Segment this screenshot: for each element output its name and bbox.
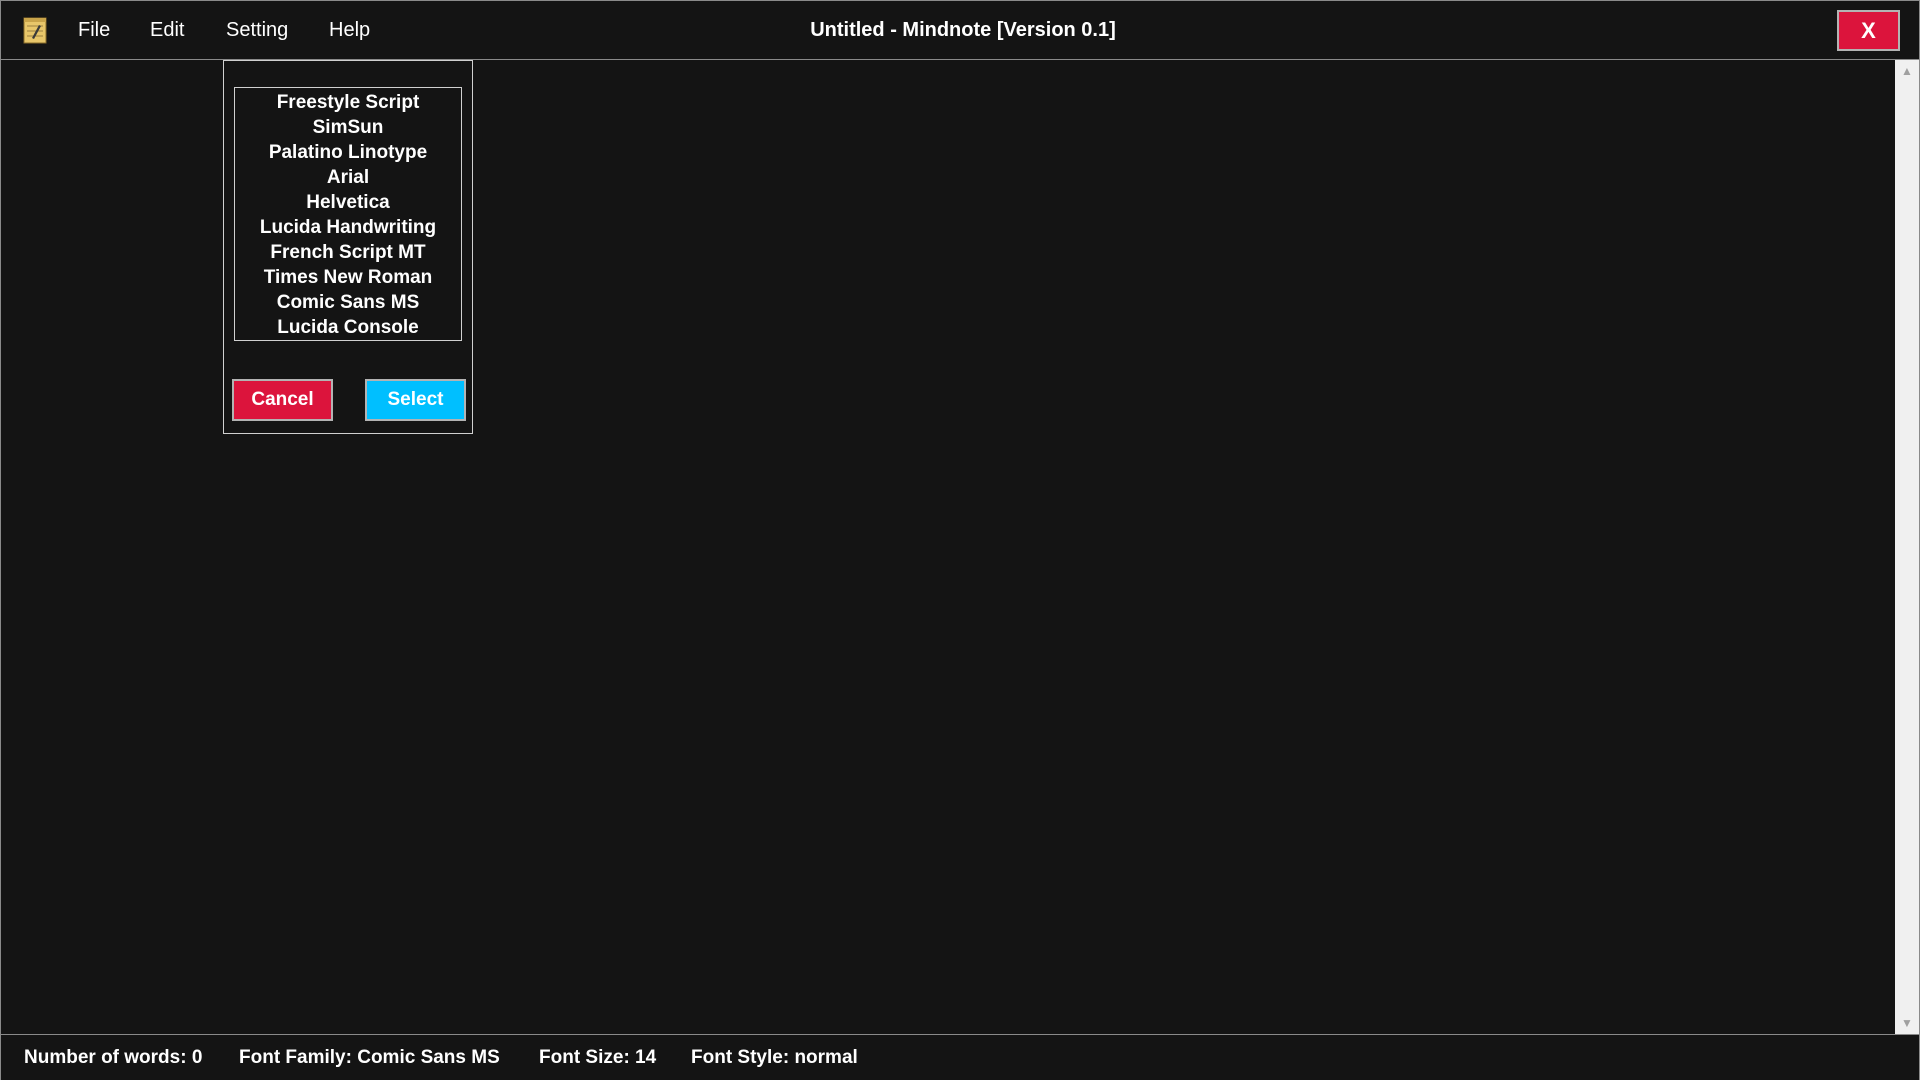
font-option-comic-sans-ms[interactable]: Comic Sans MS — [235, 290, 461, 315]
font-option-arial[interactable]: Arial — [235, 165, 461, 190]
font-option-lucida-handwriting[interactable]: Lucida Handwriting — [235, 215, 461, 240]
title-bar: File Edit Setting Help Untitled - Mindno… — [1, 1, 1919, 60]
scroll-down-arrow-icon[interactable]: ▼ — [1895, 1012, 1919, 1034]
close-button[interactable]: X — [1837, 10, 1900, 51]
font-option-times-new-roman[interactable]: Times New Roman — [235, 265, 461, 290]
font-option-helvetica[interactable]: Helvetica — [235, 190, 461, 215]
font-option-french-script-mt[interactable]: French Script MT — [235, 240, 461, 265]
vertical-scrollbar[interactable]: ▲ ▼ — [1895, 60, 1919, 1034]
window-title: Untitled - Mindnote [Version 0.1] — [810, 19, 1116, 41]
font-option-simsun[interactable]: SimSun — [235, 115, 461, 140]
cancel-button[interactable]: Cancel — [232, 379, 333, 421]
font-option-lucida-console[interactable]: Lucida Console — [235, 315, 461, 340]
font-family-dialog: Freestyle Script SimSun Palatino Linotyp… — [223, 60, 473, 434]
status-font-family: Font Family: Comic Sans MS — [239, 1047, 500, 1068]
status-font-style: Font Style: normal — [691, 1047, 858, 1068]
status-font-size: Font Size: 14 — [539, 1047, 657, 1068]
select-button[interactable]: Select — [365, 379, 466, 421]
scroll-up-arrow-icon[interactable]: ▲ — [1895, 60, 1919, 82]
font-option-palatino-linotype[interactable]: Palatino Linotype — [235, 140, 461, 165]
app-window: File Edit Setting Help Untitled - Mindno… — [0, 0, 1920, 1080]
status-bar: Number of words: 0 Font Family: Comic Sa… — [1, 1034, 1919, 1080]
status-word-count: Number of words: 0 — [24, 1047, 203, 1068]
font-list[interactable]: Freestyle Script SimSun Palatino Linotyp… — [234, 87, 462, 341]
font-option-freestyle-script[interactable]: Freestyle Script — [235, 90, 461, 115]
